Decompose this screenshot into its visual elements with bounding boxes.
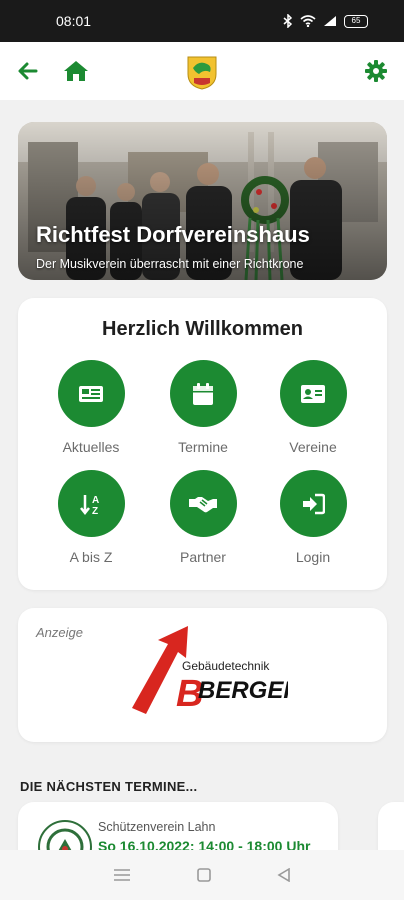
menu-icon[interactable] [113, 868, 131, 882]
tile-a-bis-z[interactable]: AZ A bis Z [36, 470, 146, 580]
back-button[interactable] [14, 57, 42, 85]
tile-login[interactable]: Login [258, 470, 368, 580]
tile-label: Partner [180, 549, 226, 565]
municipal-crest-icon [187, 56, 217, 90]
battery-icon: 65 [344, 14, 368, 28]
wifi-icon [300, 15, 316, 27]
tile-label: Termine [178, 439, 228, 455]
status-time: 08:01 [56, 13, 92, 29]
bluetooth-icon [283, 14, 293, 28]
welcome-card: Herzlich Willkommen Aktuelles Termine Ve… [18, 298, 387, 590]
calendar-icon [193, 382, 213, 405]
section-heading-events: DIE NÄCHSTEN TERMINE... [20, 779, 198, 794]
tile-vereine[interactable]: Vereine [258, 360, 368, 470]
svg-text:BERGER: BERGER [198, 677, 288, 704]
ad-card[interactable]: Anzeige B Gebäudetechnik BERGER [18, 608, 387, 742]
tile-label: Aktuelles [62, 439, 120, 455]
sort-az-icon: AZ [80, 494, 99, 516]
tile-label: Login [295, 549, 331, 565]
tile-label: Vereine [289, 439, 337, 455]
tile-label: A bis Z [69, 549, 113, 565]
svg-text:A: A [92, 495, 99, 506]
sign-in-icon [303, 493, 325, 514]
home-icon [64, 61, 88, 81]
tile-partner[interactable]: Partner [148, 470, 258, 580]
hero-subtitle: Der Musikverein überrascht mit einer Ric… [36, 257, 304, 271]
arrow-left-icon [18, 62, 38, 80]
svg-text:Gebäudetechnik: Gebäudetechnik [182, 659, 270, 673]
event-club: Schützenverein Lahn [98, 820, 216, 834]
signal-icon [324, 16, 336, 26]
ad-label: Anzeige [36, 625, 83, 640]
id-card-icon [301, 384, 325, 403]
hero-title: Richtfest Dorfvereinshaus [36, 222, 310, 247]
hero-news-card[interactable]: Richtfest Dorfvereinshaus Der Musikverei… [18, 122, 387, 280]
tile-termine[interactable]: Termine [148, 360, 258, 470]
settings-button[interactable] [362, 57, 390, 85]
svg-text:Z: Z [92, 506, 98, 516]
square-icon[interactable] [197, 868, 211, 882]
app-bar [0, 42, 404, 100]
status-bar: 08:01 65 [0, 0, 404, 42]
newspaper-icon [79, 385, 103, 402]
ad-logo: B Gebäudetechnik BERGER [128, 624, 301, 729]
home-button[interactable] [62, 57, 90, 85]
gear-icon [365, 60, 387, 82]
system-nav-bar [0, 850, 404, 900]
status-icons: 65 [283, 14, 368, 28]
tile-aktuelles[interactable]: Aktuelles [36, 360, 146, 470]
welcome-title: Herzlich Willkommen [102, 318, 303, 340]
handshake-icon [189, 496, 217, 512]
triangle-back-icon[interactable] [277, 868, 291, 882]
